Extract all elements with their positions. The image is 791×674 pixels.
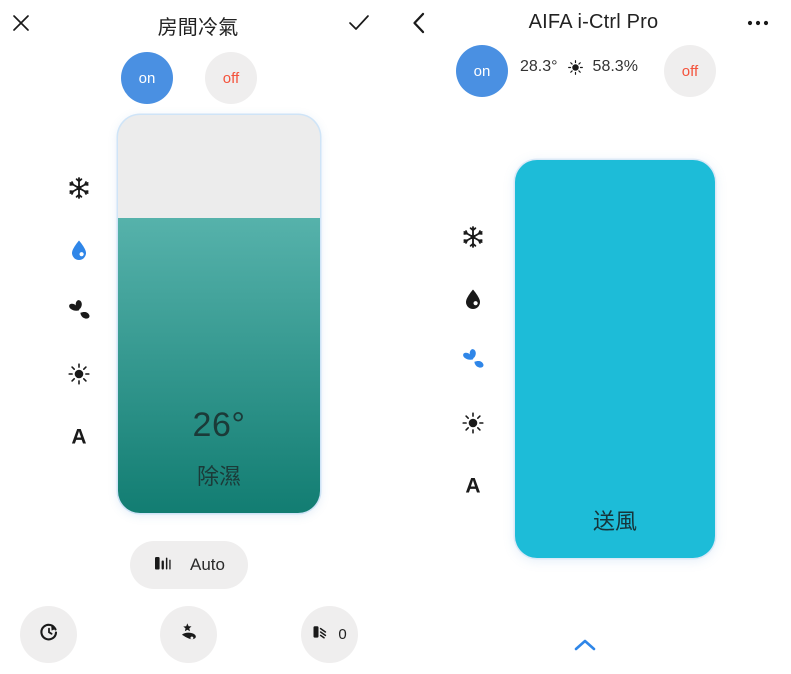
power-on-button[interactable]: on	[121, 52, 173, 104]
mode-fan[interactable]	[450, 338, 496, 384]
sleep-mode-button[interactable]	[160, 606, 217, 663]
mode-dehumidify[interactable]	[450, 276, 496, 322]
mode-card[interactable]: 送風	[515, 160, 715, 558]
fan-swing-icon	[312, 623, 332, 646]
mode-heat[interactable]	[450, 400, 496, 446]
left-header: 房間冷氣	[0, 0, 396, 44]
timer-button[interactable]	[20, 606, 77, 663]
slider-mode-label: 除濕	[196, 464, 241, 489]
mode-cool[interactable]	[450, 214, 496, 260]
svg-text:A: A	[71, 426, 86, 449]
temperature-slider[interactable]: 26° 除濕	[118, 115, 320, 513]
svg-text:A: A	[465, 475, 480, 498]
mode-auto[interactable]: A	[56, 413, 102, 459]
check-icon[interactable]	[344, 8, 374, 38]
mode-auto[interactable]: A	[450, 462, 496, 508]
mode-fan[interactable]	[56, 289, 102, 335]
slider-temperature: 26°	[192, 406, 246, 444]
ambient-humidity: 58.3%	[592, 58, 638, 75]
ambient-temperature: 28.3°	[520, 58, 558, 75]
swing-count: 0	[338, 626, 347, 643]
mode-cool[interactable]	[56, 165, 102, 211]
fan-speed-button[interactable]: Auto	[130, 541, 248, 589]
device-title: AIFA i-Ctrl Pro	[528, 11, 659, 33]
left-screen: 房間冷氣 on off A 26° 除濕 Auto 0	[0, 0, 396, 674]
mode-dehumidify[interactable]	[56, 227, 102, 273]
sun-icon	[567, 59, 584, 76]
right-header: AIFA i-Ctrl Pro	[396, 0, 791, 44]
app-root: 房間冷氣 on off A 26° 除濕 Auto 0 AIFA i-Ctrl …	[0, 0, 791, 674]
power-on-button[interactable]: on	[456, 45, 508, 97]
timer-icon	[38, 621, 60, 648]
more-horizontal-icon[interactable]	[743, 8, 773, 38]
fan-speed-label: Auto	[190, 555, 225, 574]
chevron-up-icon[interactable]	[573, 638, 597, 657]
power-off-button[interactable]: off	[205, 52, 257, 104]
right-screen: AIFA i-Ctrl Pro on 28.3° 58.3% off A 送風	[396, 0, 791, 674]
sensor-readings: 28.3° 58.3%	[520, 58, 638, 76]
sleep-icon	[178, 621, 200, 648]
fan-bars-icon	[153, 553, 173, 578]
card-mode-label: 送風	[592, 509, 637, 534]
power-off-button[interactable]: off	[664, 45, 716, 97]
mode-heat[interactable]	[56, 351, 102, 397]
swing-button[interactable]: 0	[301, 606, 358, 663]
page-title: 房間冷氣	[157, 17, 239, 39]
